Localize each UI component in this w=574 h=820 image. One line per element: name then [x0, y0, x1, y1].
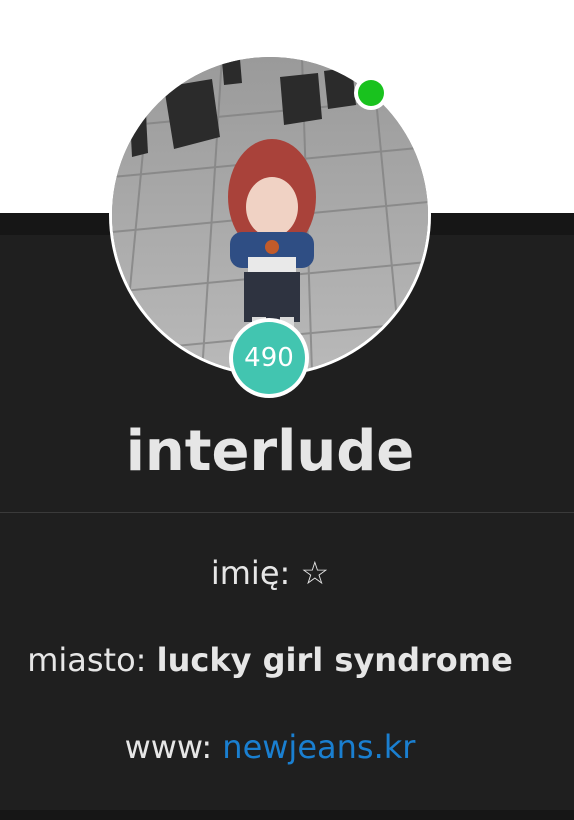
info-row-www: www: newjeans.kr [0, 727, 540, 767]
score-value: 490 [233, 322, 305, 394]
name-label: imię: [210, 554, 301, 592]
divider [0, 512, 574, 513]
name-value: ☆ [300, 554, 330, 592]
info-row-city: miasto: lucky girl syndrome [0, 640, 540, 680]
info-row-name: imię: ☆ [0, 553, 540, 593]
score-badge: 490 [229, 318, 309, 398]
www-label: www: [124, 728, 223, 766]
online-status-indicator [354, 76, 388, 110]
username: interlude [125, 419, 415, 484]
city-label: miasto: [27, 641, 157, 679]
panel-bottom-band [0, 810, 574, 820]
www-link[interactable]: newjeans.kr [222, 728, 415, 766]
city-value: lucky girl syndrome [156, 641, 513, 679]
